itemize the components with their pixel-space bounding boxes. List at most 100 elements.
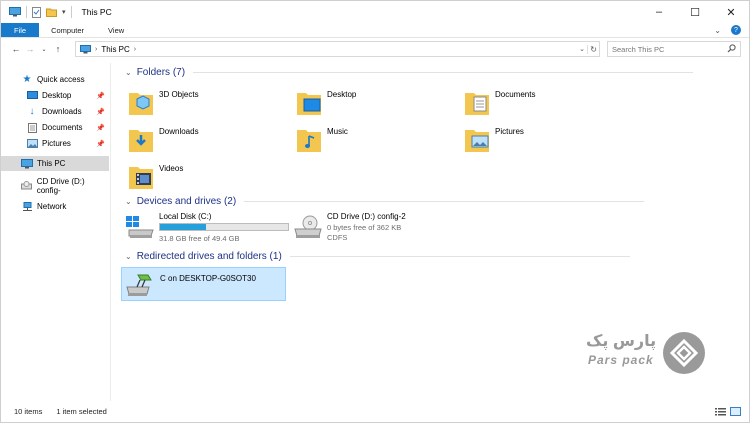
pin-icon[interactable]: 📌 (96, 124, 105, 132)
status-item-count: 10 items (14, 407, 43, 416)
nav-pictures[interactable]: Pictures 📌 (1, 136, 109, 151)
tab-computer[interactable]: Computer (39, 23, 96, 37)
drive-usage-fill (160, 224, 207, 230)
drive-cd-d[interactable]: CD Drive (D:) config-2 0 bytes free of 3… (289, 211, 454, 247)
nav-label: Network (37, 202, 67, 211)
group-divider (289, 256, 630, 257)
address-row: ← → ⌄ ↑ › This PC › ⌄ ↻ Search This PC (1, 39, 749, 59)
tab-file[interactable]: File (1, 23, 40, 37)
desktop-folder-icon (297, 93, 321, 115)
pin-icon[interactable]: 📌 (96, 108, 105, 116)
drive-filesystem: CDFS (327, 233, 348, 242)
watermark-english-text: Pars pack (588, 353, 654, 367)
folder-videos[interactable]: Videos (127, 161, 292, 193)
address-bar[interactable]: › This PC › ⌄ ↻ (75, 41, 600, 57)
this-pc-icon (80, 44, 91, 53)
maximize-button[interactable]: ☐ (677, 1, 713, 23)
group-header-devices[interactable]: ⌄ Devices and drives (2) (125, 196, 645, 207)
title-bar: ▾ This PC – ☐ ✕ (1, 1, 749, 23)
folder-name: Pictures (495, 127, 524, 136)
pars-pack-logo-icon (663, 332, 705, 374)
pictures-folder-icon (465, 130, 489, 152)
window-title: This PC (81, 7, 112, 17)
status-selection: 1 item selected (56, 407, 107, 416)
drive-local-disk-c[interactable]: Local Disk (C:) 31.8 GB free of 49.4 GB (121, 211, 289, 247)
minimize-button[interactable]: – (641, 1, 677, 23)
forward-button[interactable]: → (23, 44, 37, 54)
music-folder-icon (297, 130, 321, 152)
folder-name: Documents (495, 90, 536, 99)
drive-name: Local Disk (C:) (159, 212, 212, 221)
address-dropdown-icon[interactable]: ⌄ (579, 45, 585, 53)
new-folder-icon[interactable] (46, 7, 57, 17)
group-title: Folders (7) (136, 67, 186, 78)
nav-network[interactable]: Network (1, 199, 109, 214)
folder-name: Music (327, 127, 348, 136)
back-button[interactable]: ← (9, 44, 23, 54)
collapse-chevron-icon[interactable]: ⌄ (125, 68, 132, 77)
breadcrumb-chevron-icon[interactable]: › (95, 46, 97, 53)
folder-documents[interactable]: Documents (463, 87, 628, 119)
3d-objects-folder-icon (129, 93, 153, 115)
cd-drive-icon (294, 215, 322, 238)
drive-free-space: 31.8 GB free of 49.4 GB (159, 234, 240, 243)
redirected-drive-c[interactable]: C on DESKTOP-G0SOT30 (121, 267, 286, 301)
nav-this-pc[interactable]: This PC (1, 156, 109, 171)
ribbon-tabs: File Computer View ⌄ ? (1, 23, 749, 38)
pin-icon[interactable]: 📌 (96, 140, 105, 148)
pars-pack-watermark: پارس پک Pars pack (586, 331, 708, 375)
nav-label: Pictures (42, 139, 71, 148)
nav-downloads[interactable]: ↓ Downloads 📌 (1, 104, 109, 119)
folder-downloads[interactable]: Downloads (127, 124, 292, 156)
window-controls: – ☐ ✕ (641, 1, 749, 23)
nav-documents[interactable]: Documents 📌 (1, 120, 109, 135)
breadcrumb-chevron-icon[interactable]: › (134, 46, 136, 53)
view-switcher (715, 407, 741, 416)
nav-label: Quick access (37, 75, 85, 84)
group-header-folders[interactable]: ⌄ Folders (7) (125, 67, 694, 78)
folder-music[interactable]: Music (295, 124, 460, 156)
drive-free-space: 0 bytes free of 362 KB (327, 223, 402, 232)
nav-label: Documents (42, 123, 83, 132)
documents-icon (26, 122, 38, 133)
file-explorer-window: ▾ This PC – ☐ ✕ File Computer View ⌄ ? ←… (0, 0, 750, 423)
tab-view[interactable]: View (96, 23, 136, 37)
group-divider (193, 72, 694, 73)
download-icon: ↓ (29, 106, 35, 117)
customize-qa-icon[interactable]: ▾ (62, 8, 66, 16)
redirected-drive-name: C on DESKTOP-G0SOT30 (160, 274, 256, 283)
search-icon (727, 44, 736, 53)
help-icon[interactable]: ? (731, 25, 741, 35)
this-pc-icon (21, 158, 33, 169)
folder-3d-objects[interactable]: 3D Objects (127, 87, 292, 119)
nav-desktop[interactable]: Desktop 📌 (1, 88, 109, 103)
nav-label: Downloads (42, 107, 82, 116)
details-view-icon[interactable] (715, 407, 726, 416)
pictures-icon (26, 139, 38, 149)
collapse-chevron-icon[interactable]: ⌄ (125, 197, 132, 206)
documents-folder-icon (465, 93, 489, 115)
videos-folder-icon (129, 167, 153, 189)
recent-locations-button[interactable]: ⌄ (37, 46, 51, 53)
nav-quick-access[interactable]: ★ Quick access (1, 72, 109, 87)
collapse-chevron-icon[interactable]: ⌄ (125, 252, 132, 261)
breadcrumb-this-pc[interactable]: This PC (101, 45, 129, 54)
folder-pictures[interactable]: Pictures (463, 124, 628, 156)
expand-ribbon-icon[interactable]: ⌄ (714, 26, 721, 35)
refresh-icon[interactable]: ↻ (587, 44, 597, 54)
large-icons-view-icon[interactable] (730, 407, 741, 416)
nav-label: Desktop (42, 91, 72, 100)
close-button[interactable]: ✕ (713, 1, 749, 23)
group-header-redirected[interactable]: ⌄ Redirected drives and folders (1) (125, 251, 630, 262)
pin-icon[interactable]: 📌 (96, 92, 105, 100)
properties-icon[interactable] (32, 6, 41, 18)
folder-name: 3D Objects (159, 90, 199, 99)
this-pc-icon (9, 7, 21, 17)
folder-name: Videos (159, 164, 184, 173)
up-button[interactable]: ↑ (51, 44, 65, 54)
folder-desktop[interactable]: Desktop (295, 87, 460, 119)
navigation-pane: ★ Quick access Desktop 📌 ↓ Downloads 📌 D… (1, 63, 111, 401)
nav-cd-drive[interactable]: CD Drive (D:) config- (1, 177, 109, 195)
desktop-icon (26, 91, 38, 101)
search-input[interactable]: Search This PC (607, 41, 741, 57)
